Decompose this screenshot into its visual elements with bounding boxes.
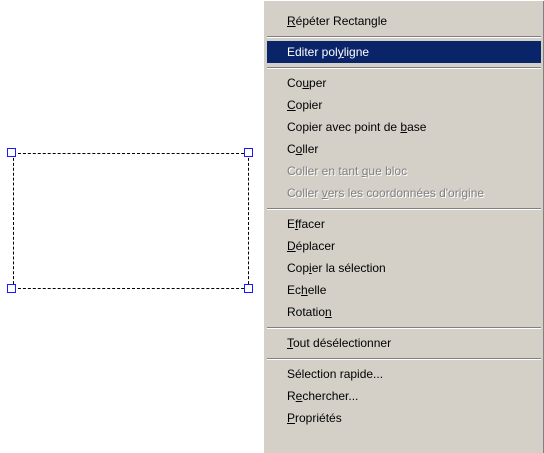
menu-item-coller[interactable]: Coller bbox=[267, 138, 541, 160]
menu-separator bbox=[267, 327, 541, 329]
grip-square-icon[interactable] bbox=[7, 148, 16, 157]
menu-item-coller-vers-les-coordonnees-d-origine: Coller vers les coordonnées d'origine bbox=[267, 182, 541, 204]
menu-separator bbox=[267, 358, 541, 360]
menu-item-label: Effacer bbox=[287, 217, 325, 231]
menu-item-copier-la-selection[interactable]: Copier la sélection bbox=[267, 257, 541, 279]
menu-item-couper[interactable]: Couper bbox=[267, 72, 541, 94]
menu-item-label: Coller bbox=[287, 142, 319, 156]
menu-item-effacer[interactable]: Effacer bbox=[267, 213, 541, 235]
menu-item-label: Sélection rapide... bbox=[287, 367, 384, 381]
menu-item-label: Editer polyligne bbox=[287, 45, 370, 59]
menu-item-label: Rechercher... bbox=[287, 389, 359, 403]
menu-item-label: Echelle bbox=[287, 283, 327, 297]
menu-item-label: Couper bbox=[287, 76, 327, 90]
menu-item-selection-rapide[interactable]: Sélection rapide... bbox=[267, 363, 541, 385]
menu-separator bbox=[267, 67, 541, 69]
menu-item-label: Coller en tant que bloc bbox=[287, 164, 408, 178]
menu-item-rotation[interactable]: Rotation bbox=[267, 301, 541, 323]
menu-item-copier[interactable]: Copier bbox=[267, 94, 541, 116]
drawing-canvas[interactable] bbox=[0, 0, 260, 453]
menu-item-echelle[interactable]: Echelle bbox=[267, 279, 541, 301]
menu-separator bbox=[267, 208, 541, 210]
menu-item-label: Répéter Rectangle bbox=[287, 14, 388, 28]
menu-separator bbox=[267, 36, 541, 38]
menu-item-label: Tout désélectionner bbox=[287, 336, 392, 350]
menu-item-repeter-rectangle[interactable]: Répéter Rectangle bbox=[267, 10, 541, 32]
menu-item-label: Coller vers les coordonnées d'origine bbox=[287, 186, 485, 200]
menu-item-label: Déplacer bbox=[287, 239, 336, 253]
menu-item-label: Copier bbox=[287, 98, 323, 112]
menu-item-tout-deselectionner[interactable]: Tout désélectionner bbox=[267, 332, 541, 354]
menu-item-label: Propriétés bbox=[287, 411, 342, 425]
menu-item-copier-avec-point-de-base[interactable]: Copier avec point de base bbox=[267, 116, 541, 138]
menu-item-editer-polyligne[interactable]: Editer polyligne bbox=[267, 41, 541, 63]
menu-item-rechercher[interactable]: Rechercher... bbox=[267, 385, 541, 407]
menu-item-proprietes[interactable]: Propriétés bbox=[267, 407, 541, 429]
menu-item-coller-en-tant-que-bloc: Coller en tant que bloc bbox=[267, 160, 541, 182]
grip-square-icon[interactable] bbox=[7, 284, 16, 293]
menu-item-label: Copier la sélection bbox=[287, 261, 386, 275]
grip-square-icon[interactable] bbox=[244, 148, 253, 157]
menu-item-deplacer[interactable]: Déplacer bbox=[267, 235, 541, 257]
context-menu: Répéter Rectangle Editer polyligne Couper C… bbox=[263, 0, 544, 453]
menu-item-label: Rotation bbox=[287, 305, 332, 319]
selected-rectangle[interactable] bbox=[13, 153, 249, 289]
menu-item-label: Copier avec point de base bbox=[287, 120, 427, 134]
grip-square-icon[interactable] bbox=[244, 284, 253, 293]
